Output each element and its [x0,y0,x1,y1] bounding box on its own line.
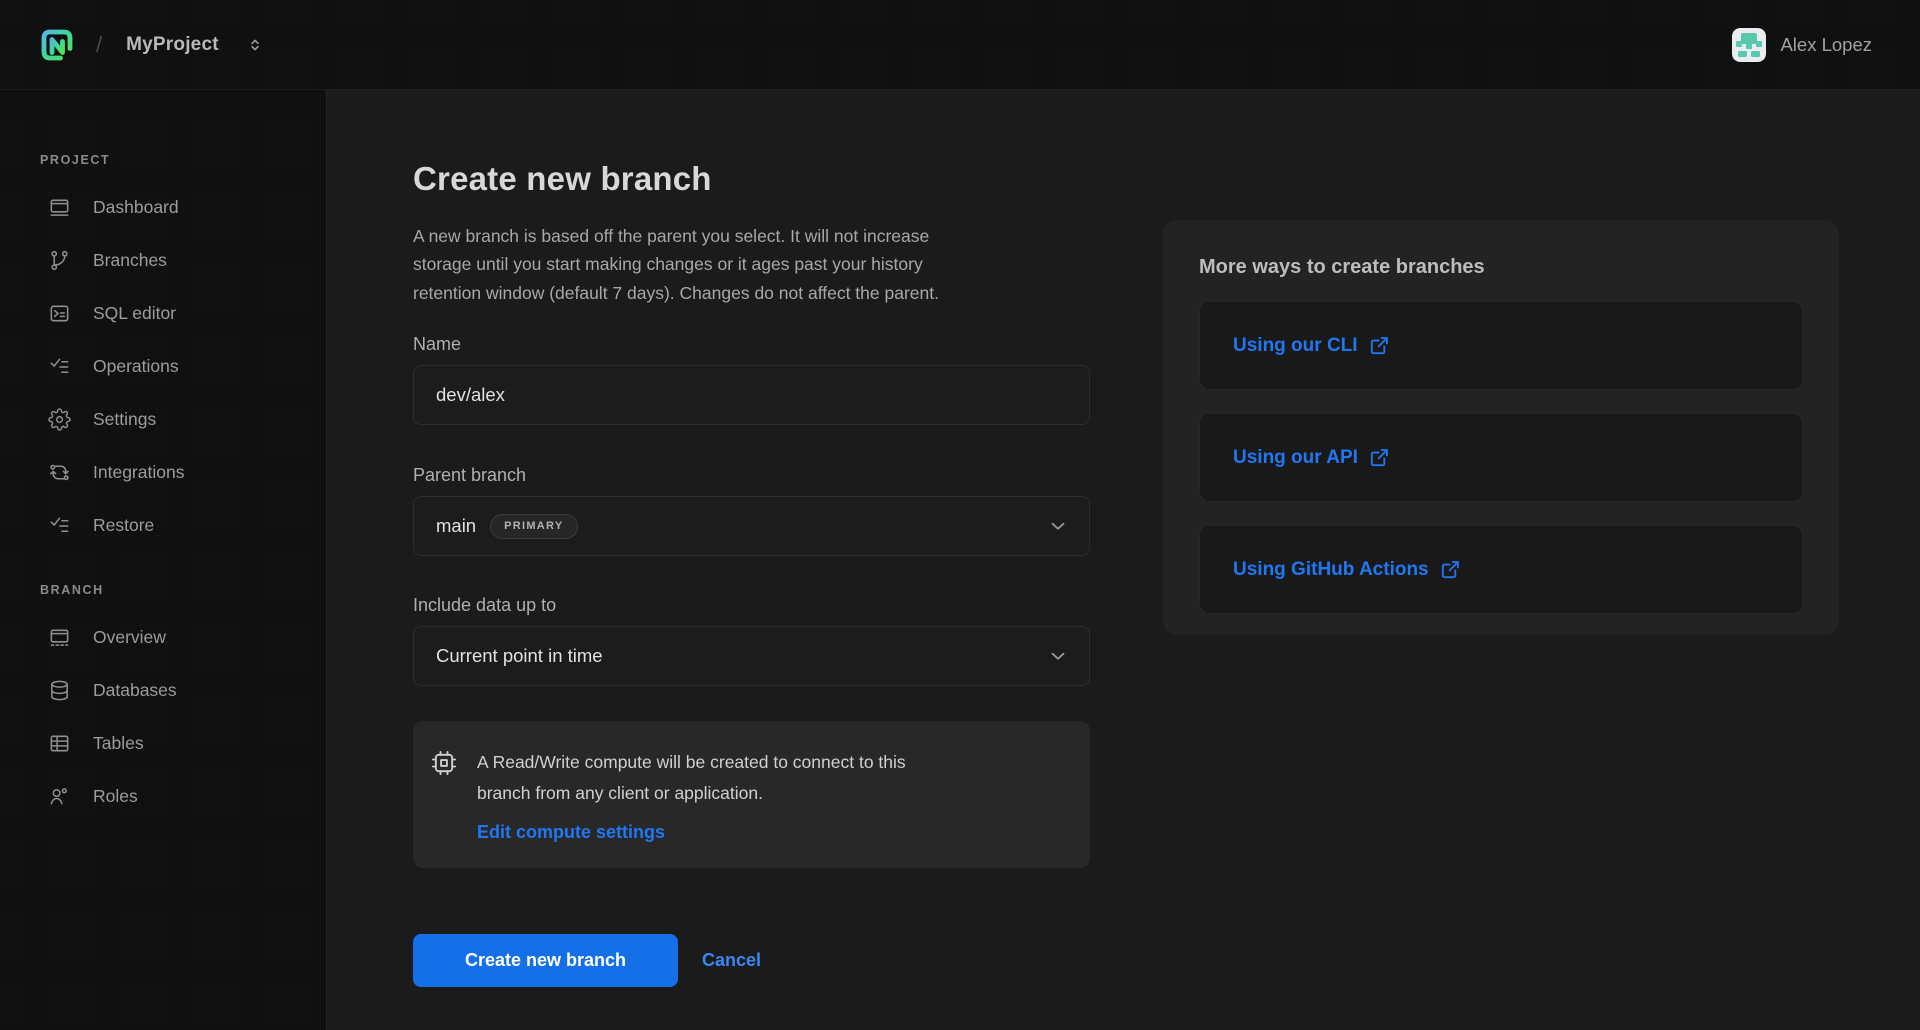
chevron-down-icon [1047,645,1069,667]
topbar: / MyProject Alex Lopez [0,0,1920,90]
sidebar-item-label: Tables [93,733,144,754]
sidebar-item-databases[interactable]: Databases [0,664,326,717]
sidebar-section-branch: BRANCH [40,583,326,597]
include-data-select[interactable]: Current point in time [413,626,1090,686]
neon-logo-icon[interactable] [40,27,74,62]
sidebar-item-label: Operations [93,356,179,377]
parent-branch-value: main [436,515,476,537]
using-api-link[interactable]: Using our API [1233,447,1390,469]
sidebar-item-label: Restore [93,515,154,536]
sidebar-item-label: Integrations [93,462,184,483]
parent-branch-select[interactable]: main PRIMARY [413,496,1090,556]
sync-icon [48,461,71,484]
sidebar: PROJECT Dashboard Branches [0,90,327,1030]
user-name: Alex Lopez [1780,34,1872,56]
database-icon [48,679,71,702]
window-icon [48,626,71,649]
chevron-down-icon [1047,515,1069,537]
parent-branch-label: Parent branch [413,466,1090,484]
sidebar-item-label: Roles [93,786,138,807]
checklist-icon [48,355,71,378]
sidebar-item-label: Branches [93,250,167,271]
sidebar-item-restore[interactable]: Restore [0,499,326,552]
page-description: A new branch is based off the parent you… [413,222,1090,307]
sidebar-item-operations[interactable]: Operations [0,340,326,393]
github-actions-card[interactable]: Using GitHub Actions [1199,525,1803,614]
sidebar-item-tables[interactable]: Tables [0,717,326,770]
sidebar-item-label: SQL editor [93,303,176,324]
compute-notice-text: A Read/Write compute will be created to … [477,747,906,778]
include-data-value: Current point in time [436,645,603,667]
terminal-icon [48,302,71,325]
cpu-icon [430,749,458,777]
table-icon [48,732,71,755]
avatar [1732,28,1766,62]
gear-icon [48,408,71,431]
page-title: Create new branch [413,159,1090,199]
project-name[interactable]: MyProject [126,34,219,56]
create-branch-button[interactable]: Create new branch [413,934,678,987]
api-card[interactable]: Using our API [1199,413,1803,502]
project-switcher-chevrons-icon[interactable] [245,35,265,55]
checklist-icon [48,514,71,537]
branch-name-input[interactable] [413,365,1090,425]
sidebar-item-dashboard[interactable]: Dashboard [0,181,326,234]
external-link-icon [1369,335,1390,356]
sidebar-item-label: Databases [93,680,177,701]
sidebar-item-roles[interactable]: Roles [0,770,326,823]
sidebar-item-label: Dashboard [93,197,179,218]
sidebar-item-label: Settings [93,409,156,430]
more-ways-panel: More ways to create branches Using our C… [1163,220,1839,635]
cancel-link[interactable]: Cancel [702,950,761,971]
primary-badge: PRIMARY [490,514,577,539]
external-link-icon [1440,559,1461,580]
include-data-label: Include data up to [413,596,1090,614]
window-icon [48,196,71,219]
sidebar-item-label: Overview [93,627,166,648]
external-link-icon [1369,447,1390,468]
compute-notice: A Read/Write compute will be created to … [413,721,1090,868]
sidebar-item-branches[interactable]: Branches [0,234,326,287]
breadcrumb-separator: / [96,32,102,58]
edit-compute-settings-link[interactable]: Edit compute settings [477,822,665,843]
git-branch-icon [48,249,71,272]
name-field-label: Name [413,335,1090,353]
sidebar-item-sql-editor[interactable]: SQL editor [0,287,326,340]
using-github-actions-link[interactable]: Using GitHub Actions [1233,559,1461,581]
cli-card[interactable]: Using our CLI [1199,301,1803,390]
form-actions: Create new branch Cancel [413,934,1090,987]
sidebar-item-overview[interactable]: Overview [0,611,326,664]
more-ways-title: More ways to create branches [1199,256,1803,278]
sidebar-section-project: PROJECT [40,153,326,167]
sidebar-item-settings[interactable]: Settings [0,393,326,446]
main-content: Create new branch A new branch is based … [327,90,1920,1030]
using-cli-link[interactable]: Using our CLI [1233,335,1390,357]
sidebar-item-integrations[interactable]: Integrations [0,446,326,499]
users-icon [48,785,71,808]
user-menu[interactable]: Alex Lopez [1732,28,1872,62]
